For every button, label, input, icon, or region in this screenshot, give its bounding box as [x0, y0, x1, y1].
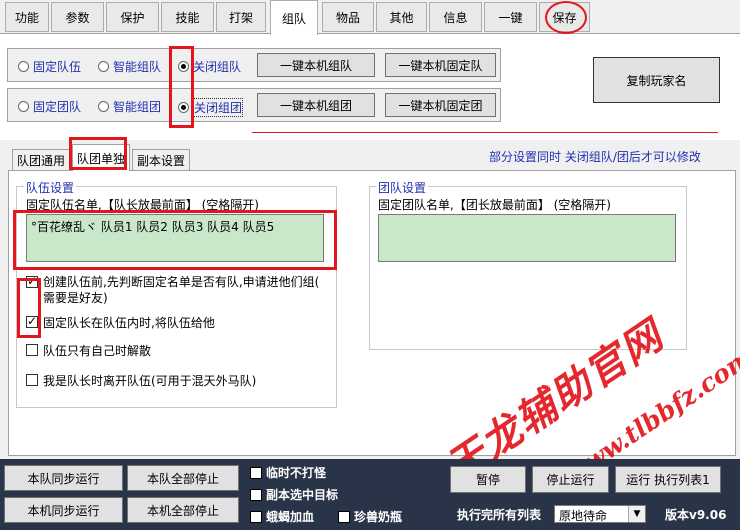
- after-list-label: 执行完所有列表: [457, 508, 542, 522]
- radio-label: 固定团队: [33, 100, 82, 114]
- checkbox: [26, 374, 38, 386]
- radio-close-corps[interactable]: 关闭组团: [178, 98, 244, 117]
- checkbox: [26, 344, 38, 356]
- tab-save[interactable]: 保存: [539, 2, 590, 32]
- local-sync-run-button[interactable]: 本机同步运行: [4, 497, 123, 523]
- tab-team[interactable]: 组队: [270, 0, 318, 35]
- one-click-corps-button[interactable]: 一键本机组团: [257, 93, 375, 117]
- team-stop-all-button[interactable]: 本队全部停止: [127, 465, 239, 491]
- fixed-team-label: 固定队伍名单,【队长放最前面】 (空格隔开): [26, 198, 259, 212]
- check-label: 副本选中目标: [266, 488, 339, 502]
- version-label: 版本v9.06: [665, 508, 727, 522]
- fixed-team-list-input[interactable]: °百花缭乱ヾ 队员1 队员2 队员3 队员4 队员5: [26, 214, 324, 262]
- after-list-select-value: 原地待命: [559, 509, 608, 523]
- team-settings-legend: 队伍设置: [24, 179, 77, 196]
- top-tab-bar: 功能 参数 保护 技能 打架 组队 物品 其他 信息 一键 保存: [0, 0, 740, 35]
- checkbox: [338, 510, 350, 523]
- radio-smart-team[interactable]: 智能组队: [98, 58, 161, 75]
- radio-dot: [98, 101, 109, 112]
- checkbox: [26, 274, 38, 288]
- radio-label: 固定队伍: [33, 60, 82, 74]
- radio-dot: [18, 61, 29, 72]
- radio-dot: [178, 61, 189, 72]
- check-label-line1: 创建队伍前,先判断固定名单是否有队,申请进他们组(: [43, 275, 320, 289]
- run-list-button[interactable]: 运行 执行列表1: [615, 466, 721, 493]
- corps-settings-legend: 团队设置: [376, 179, 429, 196]
- check-join-fixed-team[interactable]: 创建队伍前,先判断固定名单是否有队,申请进他们组( 需要是好友): [26, 274, 319, 306]
- tab-protect[interactable]: 保护: [106, 2, 159, 32]
- check-label-line2: 需要是好友): [43, 291, 108, 305]
- subtab-common[interactable]: 队团通用: [12, 149, 70, 171]
- check-label: 蛾蝎加血: [266, 510, 315, 524]
- radio-fixed-team[interactable]: 固定队伍: [18, 58, 81, 75]
- after-list-select[interactable]: 原地待命 ▼: [554, 505, 646, 523]
- one-click-fixed-corps-button[interactable]: 一键本机固定团: [385, 93, 496, 117]
- tab-items[interactable]: 物品: [322, 2, 374, 32]
- notice-text: 部分设置同时 关闭组队/团后才可以修改: [489, 150, 701, 164]
- check-label: 我是队长时离开队伍(可用于混天外马队): [43, 374, 257, 388]
- one-click-team-button[interactable]: 一键本机组队: [257, 53, 375, 77]
- fixed-corps-list-input[interactable]: [378, 214, 676, 262]
- radio-label: 智能组团: [113, 100, 162, 114]
- check-no-fight[interactable]: 临时不打怪: [250, 464, 326, 481]
- pause-button[interactable]: 暂停: [450, 466, 526, 493]
- checkbox: [250, 466, 262, 479]
- one-click-fixed-team-button[interactable]: 一键本机固定队: [385, 53, 496, 77]
- check-label: 队伍只有自己时解散: [43, 344, 152, 358]
- radio-dot: [18, 101, 29, 112]
- check-leave-when-leader[interactable]: 我是队长时离开队伍(可用于混天外马队): [26, 372, 256, 389]
- corps-mode-group: 固定团队 智能组团 关闭组团 一键本机组团 一键本机固定团: [7, 88, 501, 122]
- radio-close-team[interactable]: 关闭组队: [178, 58, 241, 75]
- tab-one-click[interactable]: 一键: [484, 2, 537, 32]
- radio-label: 关闭组队: [193, 60, 242, 74]
- copy-player-name-button[interactable]: 复制玩家名: [593, 57, 720, 103]
- radio-label: 关闭组团: [193, 98, 244, 117]
- stop-run-button[interactable]: 停止运行: [532, 466, 609, 493]
- tab-other[interactable]: 其他: [376, 2, 427, 32]
- subtab-dungeon[interactable]: 副本设置: [132, 149, 190, 171]
- radio-smart-corps[interactable]: 智能组团: [98, 98, 161, 115]
- tab-function[interactable]: 功能: [5, 2, 49, 32]
- tab-fight[interactable]: 打架: [216, 2, 266, 32]
- subtab-separate[interactable]: 队团单独: [72, 144, 130, 171]
- radio-label: 智能组队: [113, 60, 162, 74]
- checkbox: [26, 314, 38, 328]
- tab-params[interactable]: 参数: [51, 2, 104, 32]
- local-stop-all-button[interactable]: 本机全部停止: [127, 497, 239, 523]
- check-label: 珍兽奶瓶: [354, 510, 403, 524]
- check-label: 临时不打怪: [266, 466, 327, 480]
- radio-fixed-corps[interactable]: 固定团队: [18, 98, 81, 115]
- fixed-corps-label: 固定团队名单,【团长放最前面】 (空格隔开): [378, 198, 611, 212]
- check-give-leader[interactable]: 固定队长在队伍内时,将队伍给他: [26, 314, 215, 331]
- checkbox: [250, 488, 262, 501]
- team-mode-group: 固定队伍 智能组队 关闭组队 一键本机组队 一键本机固定队: [7, 48, 501, 82]
- chevron-down-icon: ▼: [628, 506, 645, 522]
- radio-dot: [178, 102, 189, 113]
- radio-dot: [98, 61, 109, 72]
- check-label: 创建队伍前,先判断固定名单是否有队,申请进他们组( 需要是好友): [43, 274, 319, 306]
- tab-skill[interactable]: 技能: [161, 2, 214, 32]
- check-dungeon-target[interactable]: 副本选中目标: [250, 486, 338, 503]
- check-pet-milk[interactable]: 珍兽奶瓶: [338, 508, 402, 525]
- divider-line: [252, 132, 718, 133]
- check-disband-alone[interactable]: 队伍只有自己时解散: [26, 342, 151, 359]
- tab-info[interactable]: 信息: [429, 2, 482, 32]
- check-firefly-heal[interactable]: 蛾蝎加血: [250, 508, 314, 525]
- checkbox: [250, 510, 262, 523]
- check-label: 固定队长在队伍内时,将队伍给他: [43, 316, 215, 330]
- team-sync-run-button[interactable]: 本队同步运行: [4, 465, 123, 491]
